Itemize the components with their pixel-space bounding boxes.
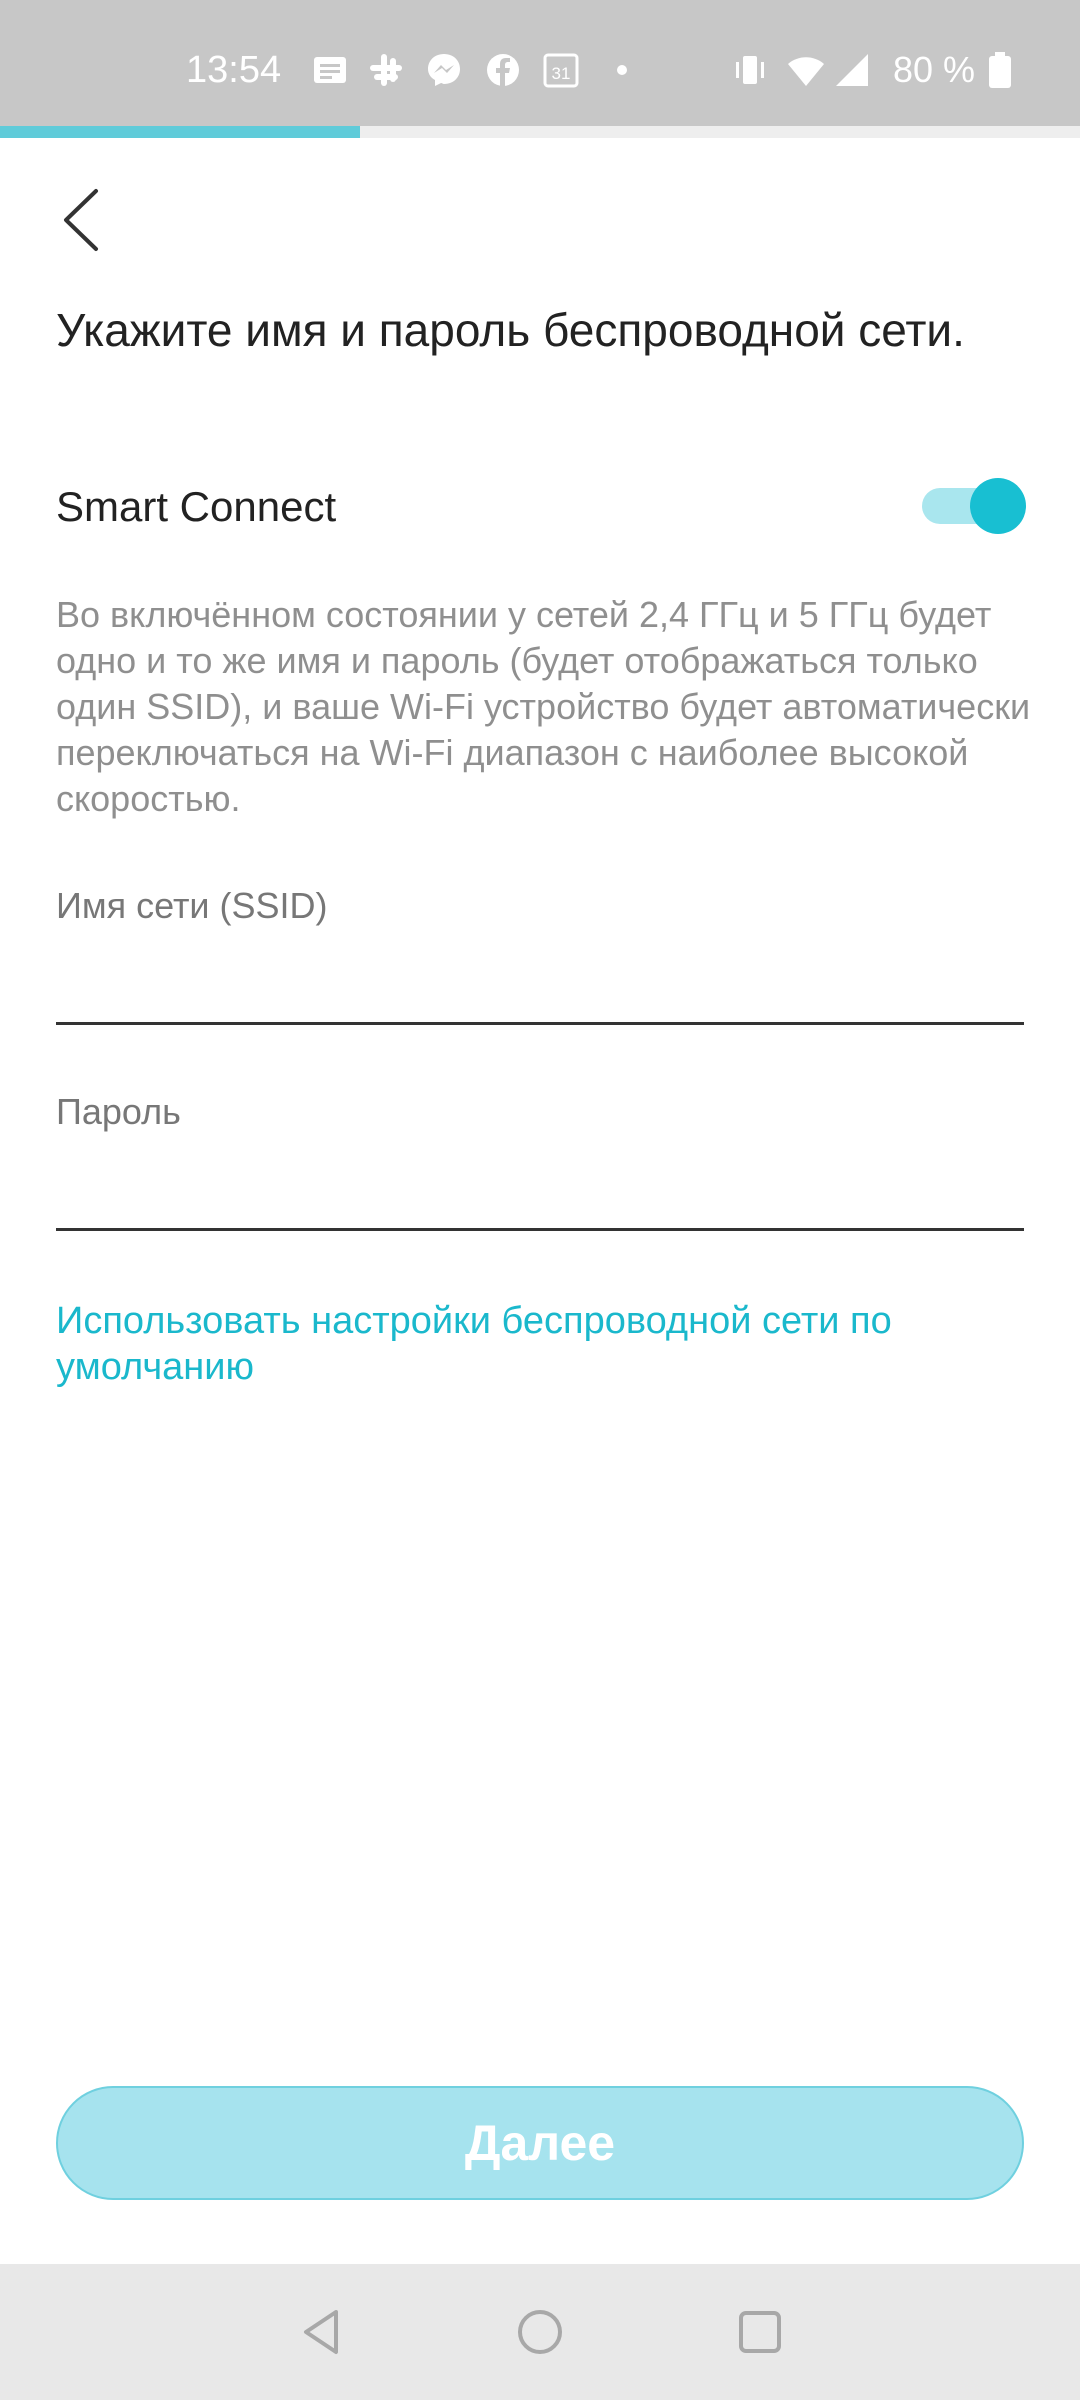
smart-connect-description: Во включённом состоянии у сетей 2,4 ГГц …: [56, 594, 1031, 819]
status-bar: 13:54 31 80 %: [0, 0, 1080, 130]
page-title: Укажите имя и пароль беспроводной сети.: [56, 304, 965, 356]
nav-recents-icon[interactable]: [730, 2302, 790, 2362]
nav-home-icon[interactable]: [510, 2302, 570, 2362]
password-input[interactable]: [56, 1168, 1024, 1231]
status-time: 13:54: [186, 49, 282, 91]
setup-progress-bar: [0, 126, 1080, 138]
calendar-day: 31: [552, 64, 571, 83]
facebook-icon: [483, 50, 523, 90]
calendar-icon: 31: [541, 50, 581, 90]
toggle-thumb: [970, 478, 1026, 534]
smart-connect-toggle[interactable]: [918, 476, 1026, 534]
messenger-icon: [424, 50, 464, 90]
wifi-icon: [786, 50, 826, 90]
use-default-settings-link[interactable]: Использовать настройки беспроводной сети…: [56, 1298, 1016, 1390]
navigation-bar: [0, 2264, 1080, 2400]
signal-icon: [832, 50, 872, 90]
battery-icon: [980, 50, 1020, 90]
battery-percent: 80 %: [893, 49, 976, 90]
message-icon: [310, 50, 350, 90]
nav-back-icon[interactable]: [292, 2302, 352, 2362]
chevron-left-icon: [64, 189, 98, 251]
smart-connect-label: Smart Connect: [56, 483, 337, 530]
ssid-label: Имя сети (SSID): [56, 885, 328, 926]
password-label: Пароль: [56, 1091, 181, 1132]
slack-icon: [366, 50, 406, 90]
ssid-input[interactable]: [56, 962, 1024, 1025]
setup-progress-fill: [0, 126, 360, 138]
dot-icon: [602, 50, 642, 90]
back-button[interactable]: [50, 180, 110, 260]
next-button[interactable]: Далее: [56, 2086, 1024, 2200]
vibrate-icon: [730, 50, 770, 90]
